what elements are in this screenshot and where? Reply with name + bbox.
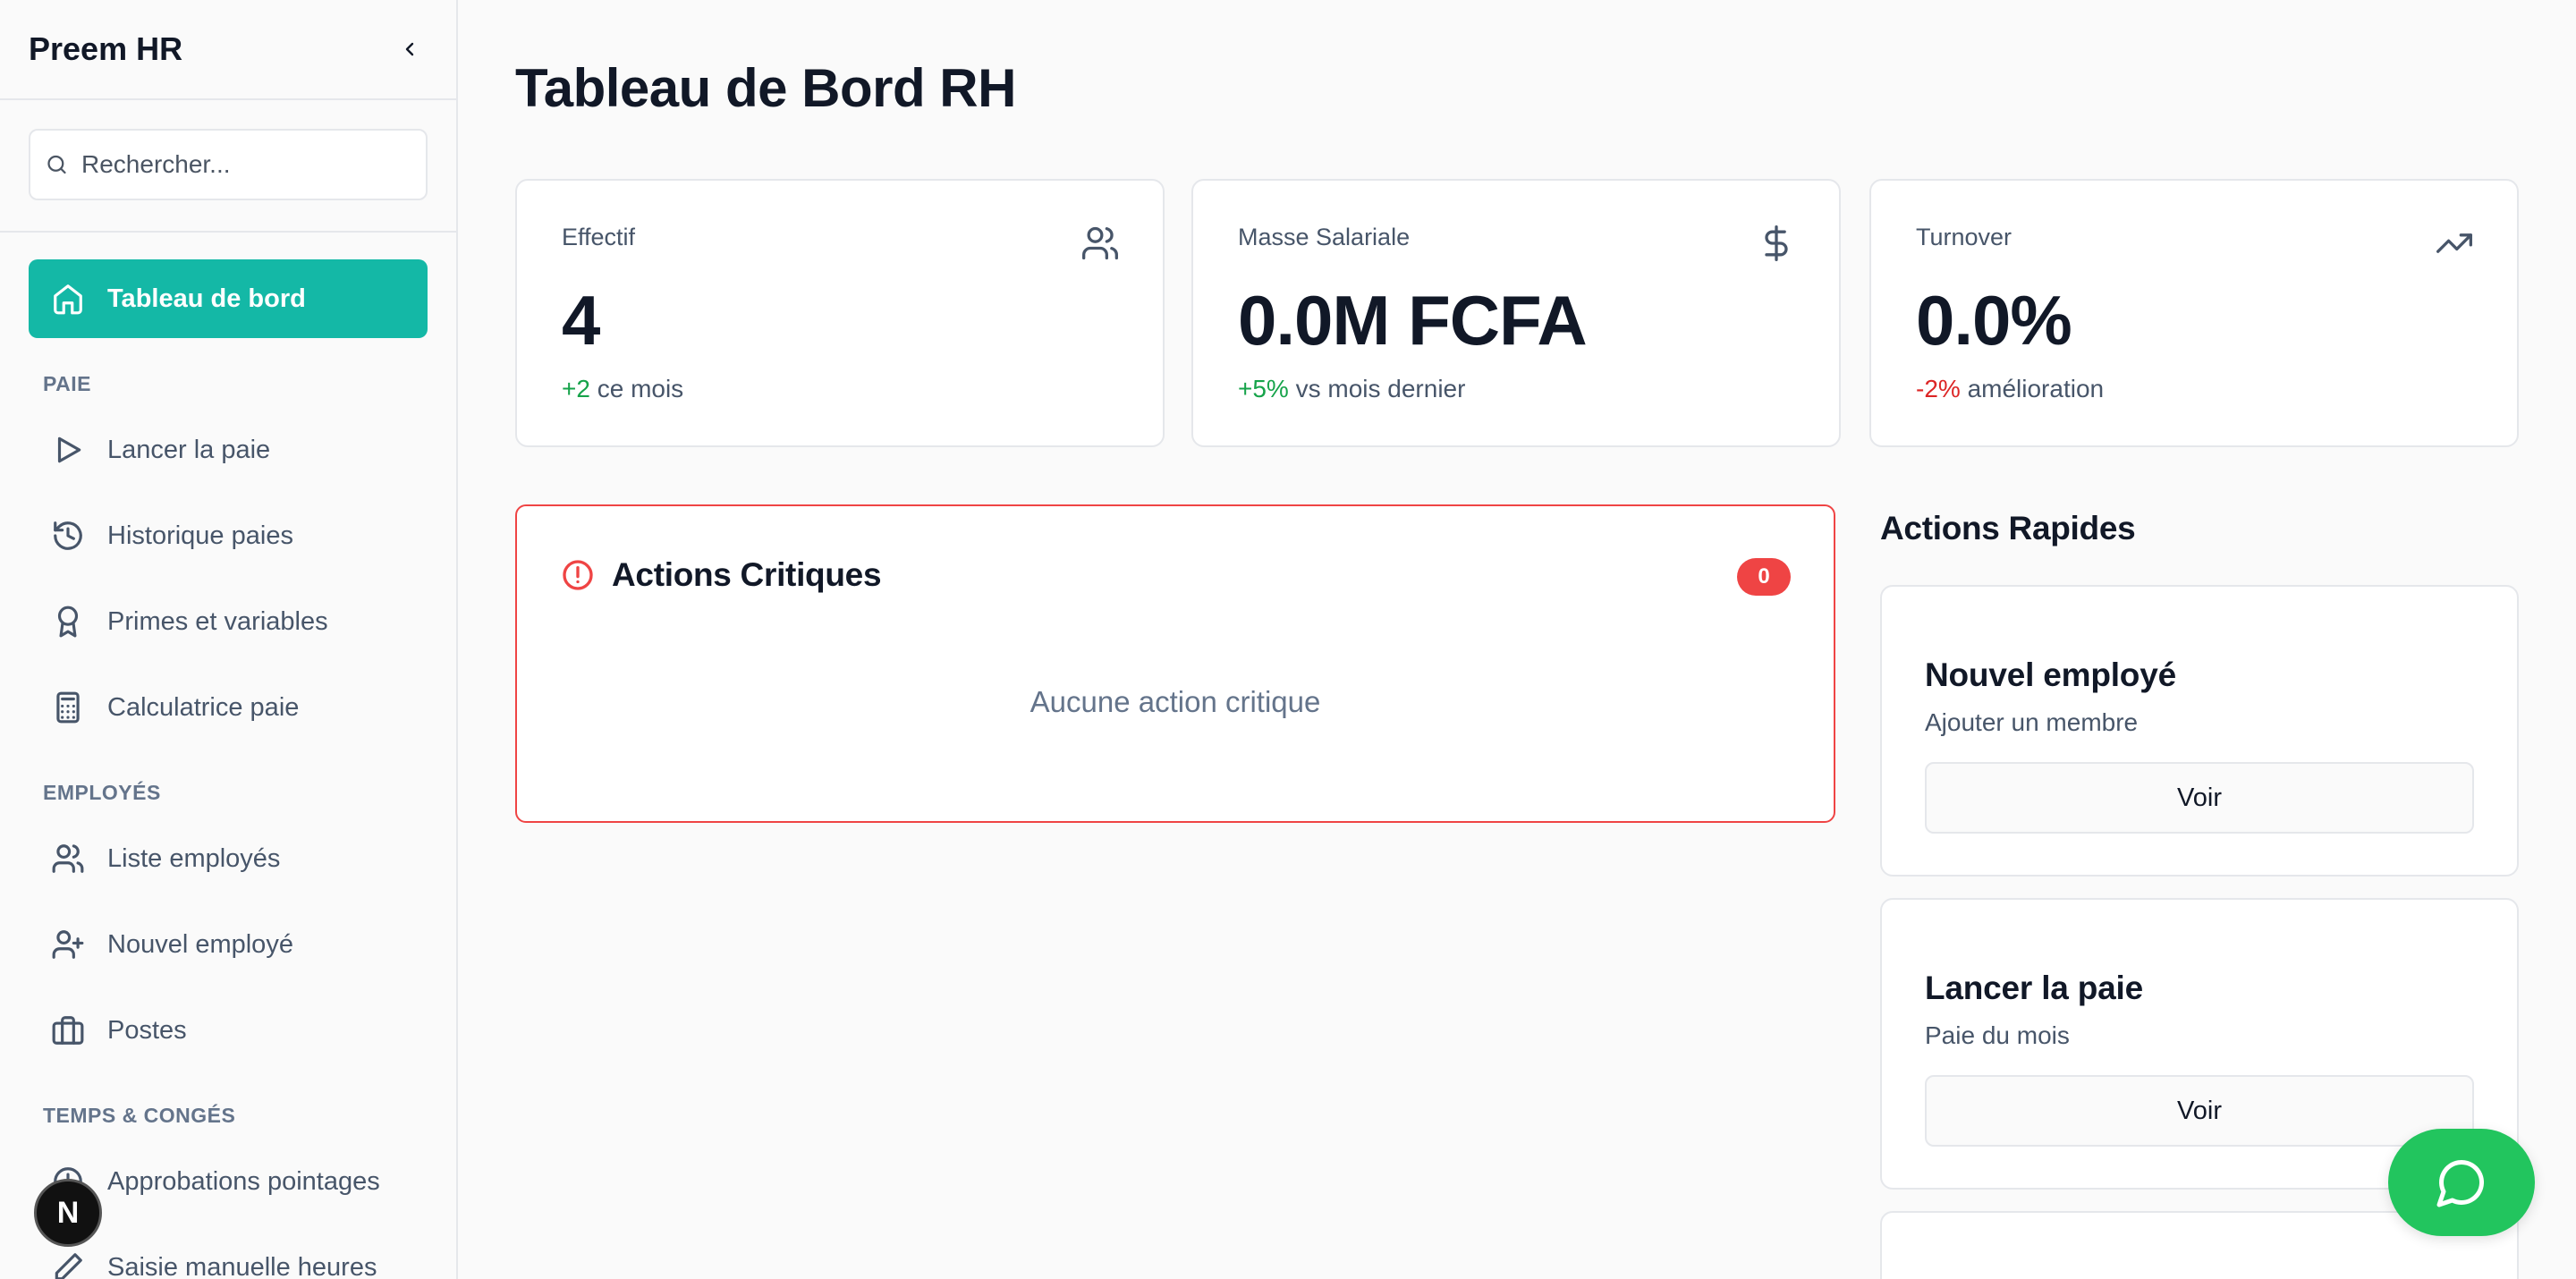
quick-action-name: Nouvel employé <box>1925 656 2176 693</box>
sidebar-item-label: Primes et variables <box>107 606 328 636</box>
users-icon <box>50 841 86 877</box>
user-plus-icon <box>50 927 86 962</box>
stat-delta: -2% amélioration <box>1916 375 2472 403</box>
sidebar-header: Preem HR <box>0 0 456 100</box>
sidebar-item-label: Nouvel employé <box>107 929 293 959</box>
critical-actions-title: Actions Critiques <box>612 556 882 593</box>
delta-value: +5% <box>1238 375 1289 402</box>
sidebar-item-liste-employes[interactable]: Liste employés <box>29 819 428 898</box>
trending-up-icon <box>2436 233 2472 253</box>
quick-action-name: Lancer la paie <box>1925 970 2143 1006</box>
stat-label: Masse Salariale <box>1238 224 1411 250</box>
stat-card-effectif: Effectif 4 +2 ce mois <box>515 179 1165 447</box>
critical-actions-header: Actions Critiques <box>560 556 882 594</box>
users-icon <box>1082 226 1118 260</box>
quick-action-desc: Paie du mois <box>1925 1021 2070 1049</box>
award-icon <box>50 604 86 640</box>
sidebar-item-label: Postes <box>107 1015 187 1045</box>
stat-value: 0.0% <box>1916 281 2072 360</box>
sidebar-item-calculatrice[interactable]: Calculatrice paie <box>29 668 428 747</box>
sidebar-item-primes[interactable]: Primes et variables <box>29 582 428 661</box>
sidebar-item-label: Lancer la paie <box>107 435 271 464</box>
collapse-sidebar-button[interactable] <box>392 31 428 67</box>
delta-value: +2 <box>562 375 590 402</box>
sidebar-search-wrap <box>0 100 456 233</box>
briefcase-icon <box>50 1012 86 1048</box>
sidebar-item-label: Calculatrice paie <box>107 692 300 722</box>
main-content: Tableau de Bord RH Effectif 4 +2 ce mois… <box>460 0 2576 1279</box>
stat-label: Turnover <box>1916 224 2012 250</box>
play-icon <box>50 432 86 468</box>
calculator-icon <box>50 690 86 725</box>
critical-empty-message: Aucune action critique <box>1030 685 1321 718</box>
quick-action-card: Nouvel employé Ajouter un membre Voir <box>1880 585 2519 877</box>
quick-action-view-button[interactable]: Voir <box>1925 1075 2474 1147</box>
chat-button[interactable] <box>2388 1129 2535 1236</box>
stat-label: Effectif <box>562 224 636 250</box>
delta-text: amélioration <box>1960 375 2105 402</box>
section-employes: EMPLOYÉS <box>43 781 161 804</box>
alert-circle-icon <box>563 560 593 590</box>
history-icon <box>50 518 86 554</box>
chevron-left-icon <box>405 42 414 56</box>
dollar-icon <box>1765 225 1788 261</box>
message-circle-icon <box>2436 1159 2485 1207</box>
stat-card-turnover: Turnover 0.0% -2% amélioration <box>1869 179 2519 447</box>
delta-text: ce mois <box>589 375 684 402</box>
sidebar: Preem HR Tableau de bord PAIE Lancer la … <box>0 0 458 1279</box>
critical-count-badge: 0 <box>1737 558 1791 596</box>
brand-name: Preem HR <box>29 30 183 67</box>
stat-delta: +5% vs mois dernier <box>1238 375 1794 403</box>
sidebar-item-label: Approbations pointages <box>107 1166 380 1196</box>
search-icon <box>47 155 66 174</box>
sidebar-item-label: Saisie manuelle heures <box>107 1252 377 1279</box>
sidebar-item-dashboard[interactable]: Tableau de bord <box>29 259 428 338</box>
pencil-icon <box>50 1249 86 1279</box>
sidebar-item-postes[interactable]: Postes <box>29 991 428 1070</box>
sidebar-item-historique-paies[interactable]: Historique paies <box>29 496 428 575</box>
section-paie: PAIE <box>43 372 91 395</box>
search-box <box>29 129 428 200</box>
sidebar-nav: Tableau de bord PAIE Lancer la paie Hist… <box>0 233 456 1279</box>
sidebar-item-label: Tableau de bord <box>107 284 306 313</box>
stat-card-masse-salariale: Masse Salariale 0.0M FCFA +5% vs mois de… <box>1191 179 1841 447</box>
critical-actions-card: Actions Critiques 0 Aucune action critiq… <box>515 504 1835 823</box>
quick-action-desc: Ajouter un membre <box>1925 708 2139 736</box>
delta-value: -2% <box>1916 375 1961 402</box>
search-input[interactable] <box>81 150 411 179</box>
delta-text: vs mois dernier <box>1288 375 1466 402</box>
stat-value: 4 <box>562 281 600 360</box>
dev-tools-badge[interactable]: N <box>34 1179 102 1247</box>
sidebar-item-lancer-paie[interactable]: Lancer la paie <box>29 411 428 489</box>
sidebar-item-label: Liste employés <box>107 843 281 873</box>
section-temps: TEMPS & CONGÉS <box>43 1104 236 1127</box>
sidebar-item-label: Historique paies <box>107 521 293 550</box>
home-icon <box>50 281 86 317</box>
stat-value: 0.0M FCFA <box>1238 281 1588 360</box>
quick-action-view-button[interactable]: Voir <box>1925 762 2474 834</box>
quick-actions-title: Actions Rapides <box>1880 510 2136 546</box>
sidebar-item-nouvel-employe[interactable]: Nouvel employé <box>29 905 428 984</box>
page-title: Tableau de Bord RH <box>515 58 1016 118</box>
stat-delta: +2 ce mois <box>562 375 1118 403</box>
